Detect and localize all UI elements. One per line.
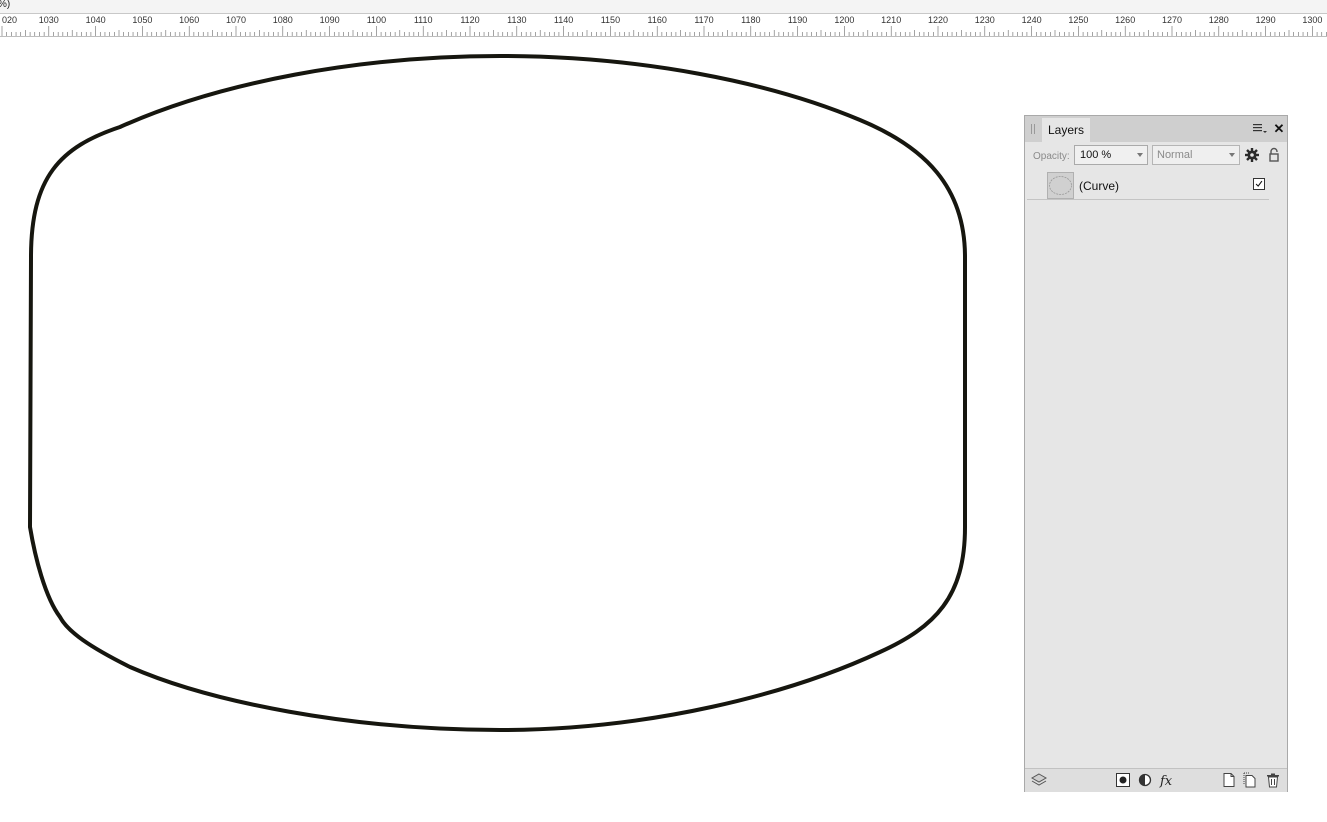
- ruler-label: 1240: [1022, 15, 1042, 25]
- layer-row[interactable]: (Curve): [1027, 170, 1269, 200]
- opacity-label: Opacity:: [1033, 151, 1070, 162]
- ruler-label: 1200: [834, 15, 854, 25]
- curve-shape[interactable]: [0, 37, 1000, 797]
- ruler-label: 1260: [1115, 15, 1135, 25]
- layer-name: (Curve): [1079, 179, 1120, 193]
- svg-text:fx: fx: [1159, 774, 1173, 788]
- trash-icon[interactable]: [1265, 772, 1281, 788]
- ruler-label: 1230: [975, 15, 995, 25]
- opacity-value: 100 %: [1080, 149, 1112, 161]
- panel-header: Layers ✕: [1025, 116, 1287, 142]
- window-title-strip: %): [0, 0, 1327, 14]
- ruler-label: 1140: [554, 15, 573, 25]
- ruler-ticks: 020 1030 1040 1050 1060 1070 1080 1090 1100 1110 1…: [1, 15, 1327, 36]
- ruler-label: 1090: [320, 15, 340, 25]
- visibility-checkbox[interactable]: [1253, 178, 1265, 190]
- ruler-label: 1080: [273, 15, 293, 25]
- ruler-label: 020: [2, 15, 17, 25]
- ruler-label: 1180: [741, 15, 760, 25]
- ruler-label: 1170: [694, 15, 713, 25]
- ruler-label: 1300: [1302, 15, 1322, 25]
- lock-icon[interactable]: [1267, 147, 1281, 163]
- ruler-label: 1290: [1256, 15, 1276, 25]
- ruler-label: 1050: [132, 15, 152, 25]
- ruler-label: 1060: [179, 15, 199, 25]
- drag-grip-icon[interactable]: [1031, 124, 1037, 134]
- ruler-label: 1150: [601, 15, 620, 25]
- layer-options-row: Opacity: 100 % Normal: [1025, 142, 1287, 170]
- ruler-label: 1040: [86, 15, 106, 25]
- zoom-text-fragment: %): [0, 0, 11, 10]
- blend-mode-dropdown[interactable]: Normal: [1152, 145, 1240, 165]
- chevron-down-icon: [1137, 153, 1143, 157]
- tab-layers[interactable]: Layers: [1042, 118, 1091, 142]
- opacity-dropdown[interactable]: 100 %: [1074, 145, 1148, 165]
- gear-icon[interactable]: [1244, 147, 1260, 163]
- ruler-label: 1120: [460, 15, 479, 25]
- layers-stack-icon[interactable]: [1031, 772, 1047, 788]
- ruler-label: 1190: [788, 15, 807, 25]
- mask-icon[interactable]: [1115, 772, 1131, 788]
- curve-path[interactable]: [28, 54, 967, 732]
- ruler-label: 1250: [1068, 15, 1088, 25]
- layer-thumbnail: [1047, 172, 1074, 199]
- blend-mode-value: Normal: [1157, 149, 1193, 161]
- ruler-label: 1210: [881, 15, 901, 25]
- ruler-label: 1270: [1162, 15, 1182, 25]
- panel-footer: fx: [1025, 768, 1287, 792]
- new-layer-icon[interactable]: [1221, 772, 1237, 788]
- layers-panel: Layers ✕ Opacity: 100 % Normal (Curve) f…: [1024, 115, 1288, 792]
- fx-icon[interactable]: fx: [1159, 772, 1175, 788]
- ruler-label: 1070: [226, 15, 246, 25]
- close-icon[interactable]: ✕: [1273, 122, 1285, 136]
- ruler-label: 1110: [414, 15, 433, 25]
- ruler-label: 1030: [39, 15, 59, 25]
- ruler-label: 1220: [928, 15, 948, 25]
- adjustment-icon[interactable]: [1137, 772, 1153, 788]
- horizontal-ruler[interactable]: 020 1030 1040 1050 1060 1070 1080 1090 1100 1110 1…: [0, 14, 1327, 37]
- ruler-label: 1280: [1209, 15, 1229, 25]
- ruler-label: 1130: [507, 15, 526, 25]
- panel-menu-icon[interactable]: [1253, 123, 1267, 135]
- duplicate-layer-icon[interactable]: [1242, 772, 1258, 788]
- chevron-down-icon: [1229, 153, 1235, 157]
- ruler-label: 1100: [367, 15, 386, 25]
- ruler-label: 1160: [648, 15, 667, 25]
